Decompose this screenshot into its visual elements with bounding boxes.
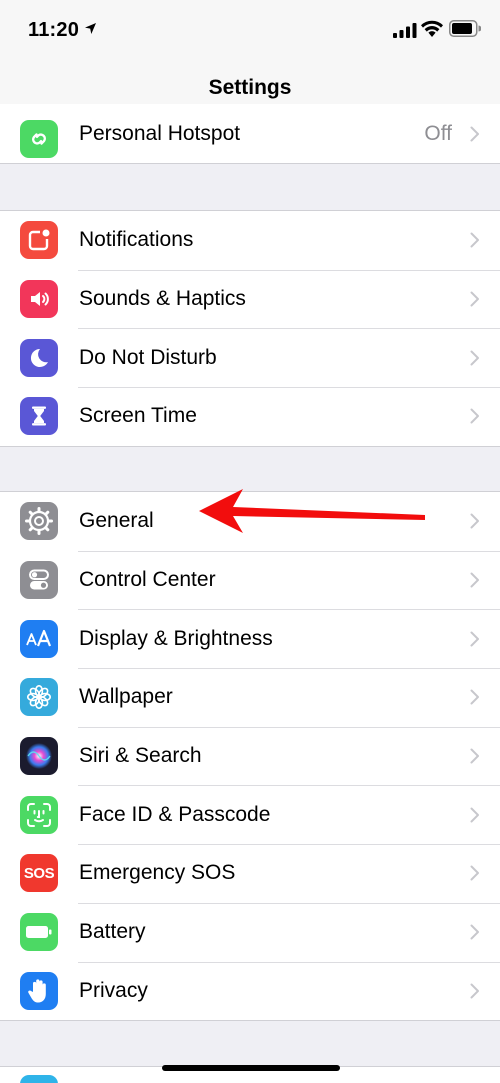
chevron-right-icon (470, 631, 479, 647)
settings-row-display-brightness[interactable]: Display & Brightness (0, 609, 500, 668)
settings-row-battery[interactable]: Battery (0, 902, 500, 962)
status-bar: 11:20 (0, 0, 500, 60)
settings-group-system: General Control Center Display & Brightn… (0, 491, 500, 1022)
settings-row-siri-search[interactable]: Siri & Search (0, 726, 500, 786)
flower-icon (20, 678, 58, 717)
settings-row-label: Display & Brightness (79, 626, 273, 650)
settings-row-label: Siri & Search (79, 744, 202, 768)
moon-icon (20, 338, 58, 377)
chevron-right-icon (470, 513, 479, 529)
gear-icon (20, 502, 58, 541)
annotation-arrow (199, 489, 425, 533)
settings-row-screen-time[interactable]: Screen Time (0, 387, 500, 446)
speaker-icon (20, 280, 58, 319)
settings-row-do-not-disturb[interactable]: Do Not Disturb (0, 328, 500, 387)
settings-row-face-id[interactable]: Face ID & Passcode (0, 785, 500, 844)
settings-row-label: Notifications (79, 228, 194, 252)
wifi-icon (421, 20, 443, 37)
text-size-icon (20, 619, 58, 658)
settings-group-alerts: Notifications Sounds & Haptics Do Not Di… (0, 210, 500, 447)
settings-row-privacy[interactable]: Privacy (0, 961, 500, 1021)
settings-row-label: Personal Hotspot (79, 121, 241, 145)
hotspot-status-value: Off (424, 121, 452, 145)
settings-row-personal-hotspot[interactable]: Personal Hotspot Off (0, 104, 500, 163)
settings-row-notifications[interactable]: Notifications (0, 211, 500, 270)
chevron-right-icon (470, 408, 479, 424)
chevron-right-icon (470, 291, 479, 307)
chevron-right-icon (470, 350, 479, 366)
settings-row-label: Privacy (79, 978, 148, 1002)
status-time: 11:20 (28, 19, 80, 41)
cellular-signal-icon (393, 23, 417, 38)
hotspot-icon (20, 120, 58, 158)
settings-row-label: Do Not Disturb (79, 345, 217, 369)
settings-row-label: Sounds & Haptics (79, 287, 246, 311)
chevron-right-icon (470, 748, 479, 764)
siri-icon (20, 737, 58, 776)
settings-row-label: General (79, 509, 154, 533)
settings-row-label: Battery (79, 920, 146, 944)
toggles-icon (20, 561, 58, 600)
chevron-right-icon (470, 232, 479, 248)
settings-row-label: Control Center (79, 568, 216, 592)
battery-icon (20, 913, 58, 952)
chevron-right-icon (470, 689, 479, 705)
settings-row-label: Face ID & Passcode (79, 802, 271, 826)
home-indicator[interactable] (162, 1065, 340, 1071)
settings-row-label: Screen Time (79, 404, 197, 428)
sos-icon: SOS (20, 854, 58, 893)
settings-row-wallpaper[interactable]: Wallpaper (0, 668, 500, 727)
settings-group-connectivity: Personal Hotspot Off (0, 104, 500, 164)
settings-row-emergency-sos[interactable]: SOS Emergency SOS (0, 844, 500, 903)
app-store-icon (20, 1075, 58, 1083)
sos-icon-text: SOS (23, 864, 55, 882)
chevron-right-icon (470, 865, 479, 881)
location-arrow-icon (85, 23, 96, 34)
face-id-icon (20, 795, 58, 834)
hand-icon (20, 971, 58, 1010)
battery-status-icon (449, 20, 481, 37)
page-title: Settings (208, 76, 292, 99)
settings-row-sounds-haptics[interactable]: Sounds & Haptics (0, 269, 500, 329)
settings-row-label: Wallpaper (79, 685, 173, 709)
chevron-right-icon (470, 983, 479, 999)
settings-row-control-center[interactable]: Control Center (0, 550, 500, 610)
settings-row-label: Emergency SOS (79, 861, 236, 885)
chevron-right-icon (470, 126, 479, 141)
notifications-icon (20, 221, 58, 260)
chevron-right-icon (470, 924, 479, 940)
hourglass-icon (20, 397, 58, 436)
chevron-right-icon (470, 572, 479, 588)
chevron-right-icon (470, 807, 479, 823)
